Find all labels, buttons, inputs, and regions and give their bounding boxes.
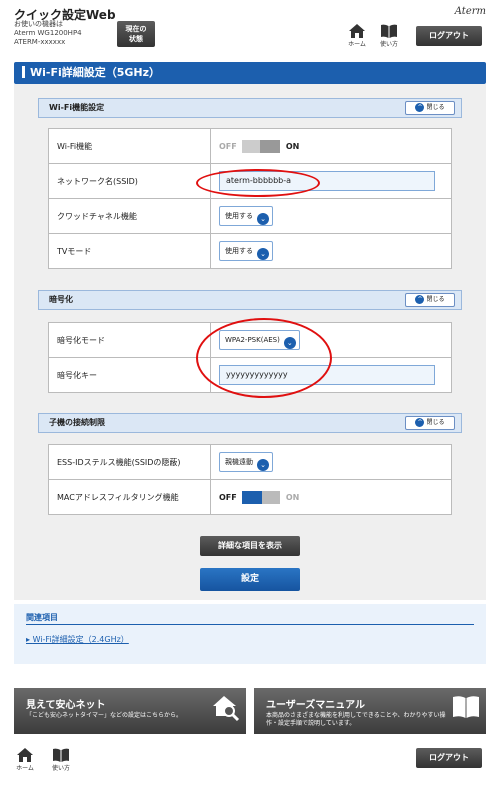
device-model: Aterm WG1200HP4: [14, 29, 82, 37]
collapse-label: 閉じる: [426, 296, 445, 303]
book-icon: [53, 748, 69, 762]
row-label: TVモード: [48, 233, 211, 269]
device-id: ATERM-xxxxxx: [14, 38, 66, 46]
encryption-settings-table: 暗号化モード WPA2-PSK(AES) ⌄ 暗号化キー yyyyyyyyyyyy…: [48, 322, 452, 393]
connection-limit-table: ESS-IDステルス機能(SSIDの隠蔽) 親機遠動 ⌄ MACアドレスフィルタリ…: [48, 444, 452, 515]
banner-desc: 本商品のさまざまな機能を利用してできることや、わかりやすい操作・設定手順で説明し…: [266, 712, 446, 727]
manual-label: 使い方: [379, 41, 398, 48]
section-header-wifi: Wi-Fi機能設定 ^ 閉じる: [38, 98, 462, 118]
chevron-up-icon: ^: [415, 295, 425, 304]
wifi-toggle[interactable]: [242, 139, 281, 153]
chevron-up-icon: ^: [415, 103, 425, 112]
row-label: ESS-IDステルス機能(SSIDの隠蔽): [48, 444, 211, 480]
encryption-mode-select[interactable]: WPA2-PSK(AES) ⌄: [219, 330, 300, 350]
table-row: Wi-Fi機能 OFF ON: [48, 128, 452, 164]
brand-logo: Aterm: [454, 6, 486, 17]
footer-logout-button[interactable]: ログアウト: [416, 748, 482, 768]
table-row: 暗号化キー yyyyyyyyyyyyy: [48, 357, 452, 393]
banner-title: 見えて安心ネット: [26, 700, 106, 711]
header: クイック設定Web お使いの機器は Aterm WG1200HP4 ATERM-…: [0, 0, 500, 56]
row-label: 暗号化モード: [48, 322, 211, 358]
section-title: Wi-Fi機能設定: [49, 103, 105, 112]
collapse-button[interactable]: ^ 閉じる: [405, 416, 455, 430]
tv-mode-select[interactable]: 使用する ⌄: [219, 241, 273, 261]
related-link-2ghz[interactable]: ▸ Wi-Fi詳細設定（2.4GHz）: [26, 634, 129, 645]
chevron-up-icon: ^: [415, 418, 425, 427]
book-icon: [453, 696, 479, 718]
toggle-on-label: ON: [285, 141, 300, 151]
row-label: Wi-Fi機能: [48, 128, 211, 164]
mac-filter-toggle[interactable]: [242, 490, 281, 504]
related-section: 関連項目 ▸ Wi-Fi詳細設定（2.4GHz）: [14, 604, 486, 664]
manual-label: 使い方: [51, 765, 70, 772]
home-label: ホーム: [16, 765, 34, 772]
section-header-encryption: 暗号化 ^ 閉じる: [38, 290, 462, 310]
current-status-button[interactable]: 現在の 状態: [117, 21, 155, 47]
status-button-line1: 現在の: [125, 25, 147, 33]
banner-safe-net[interactable]: 見えて安心ネット 「こども安心ネットタイマー」などの設定はこちらから。: [14, 688, 246, 734]
related-title: 関連項目: [26, 613, 58, 622]
chevron-down-icon: ⌄: [283, 337, 296, 349]
stealth-select[interactable]: 親機遠動 ⌄: [219, 452, 273, 472]
table-row: ESS-IDステルス機能(SSIDの隠蔽) 親機遠動 ⌄: [48, 444, 452, 480]
row-label: ネットワーク名(SSID): [48, 163, 211, 199]
collapse-button[interactable]: ^ 閉じる: [405, 101, 455, 115]
section-title: 暗号化: [49, 295, 73, 304]
encryption-key-input[interactable]: yyyyyyyyyyyyy: [219, 365, 435, 385]
table-row: MACアドレスフィルタリング機能 OFF ON: [48, 479, 452, 515]
footer-home-nav[interactable]: ホーム: [12, 748, 38, 772]
show-details-button[interactable]: 詳細な項目を表示: [200, 536, 300, 556]
collapse-label: 閉じる: [426, 104, 445, 111]
home-icon: [349, 24, 365, 38]
row-label: 暗号化キー: [48, 357, 211, 393]
home-search-icon: [213, 696, 240, 722]
book-icon: [381, 24, 397, 38]
submit-button[interactable]: 設定: [200, 568, 300, 591]
device-label: お使いの機器は: [14, 20, 63, 28]
select-value: 使用する: [225, 247, 253, 255]
table-row: ネットワーク名(SSID) aterm-bbbbbb-a: [48, 163, 452, 199]
table-row: TVモード 使用する ⌄: [48, 233, 452, 269]
device-info: お使いの機器は Aterm WG1200HP4 ATERM-xxxxxx: [14, 20, 82, 47]
toggle-on-label: ON: [285, 492, 300, 502]
related-link-text: Wi-Fi詳細設定（2.4GHz）: [32, 635, 129, 644]
status-button-line2: 状態: [129, 35, 143, 43]
collapse-label: 閉じる: [426, 419, 445, 426]
chevron-down-icon: ⌄: [257, 248, 269, 260]
footer-manual-nav[interactable]: 使い方: [48, 748, 74, 772]
toggle-off-label: OFF: [219, 141, 237, 151]
home-icon: [17, 748, 33, 762]
select-value: 使用する: [225, 212, 253, 220]
section-title: 子機の接続制限: [49, 418, 105, 427]
title-accent: [22, 66, 25, 78]
divider: [26, 624, 474, 625]
manual-nav[interactable]: 使い方: [376, 24, 402, 48]
quad-channel-select[interactable]: 使用する ⌄: [219, 206, 273, 226]
toggle-off-label: OFF: [219, 492, 237, 502]
section-header-connection-limit: 子機の接続制限 ^ 閉じる: [38, 413, 462, 433]
home-nav[interactable]: ホーム: [344, 24, 370, 48]
chevron-down-icon: ⌄: [257, 459, 269, 471]
page-title-bar: Wi-Fi詳細設定（5GHz）: [14, 62, 486, 84]
banner-user-manual[interactable]: ユーザーズマニュアル 本商品のさまざまな機能を利用してできることや、わかりやすい…: [254, 688, 486, 734]
row-label: クワッドチャネル機能: [48, 198, 211, 234]
row-label: MACアドレスフィルタリング機能: [48, 479, 211, 515]
collapse-button[interactable]: ^ 閉じる: [405, 293, 455, 307]
table-row: クワッドチャネル機能 使用する ⌄: [48, 198, 452, 234]
page-title: Wi-Fi詳細設定（5GHz）: [30, 66, 161, 79]
wifi-settings-table: Wi-Fi機能 OFF ON ネットワーク名(SSID) aterm-bbbbb…: [48, 128, 452, 269]
logout-button[interactable]: ログアウト: [416, 26, 482, 46]
select-value: WPA2-PSK(AES): [225, 336, 280, 344]
footer: ホーム 使い方 ログアウト: [0, 740, 500, 791]
ssid-input[interactable]: aterm-bbbbbb-a: [219, 171, 435, 191]
chevron-down-icon: ⌄: [257, 213, 269, 225]
banner-title: ユーザーズマニュアル: [266, 700, 365, 711]
banner-desc: 「こども安心ネットタイマー」などの設定はこちらから。: [26, 712, 183, 719]
table-row: 暗号化モード WPA2-PSK(AES) ⌄: [48, 322, 452, 358]
select-value: 親機遠動: [225, 458, 253, 466]
home-label: ホーム: [348, 41, 366, 48]
